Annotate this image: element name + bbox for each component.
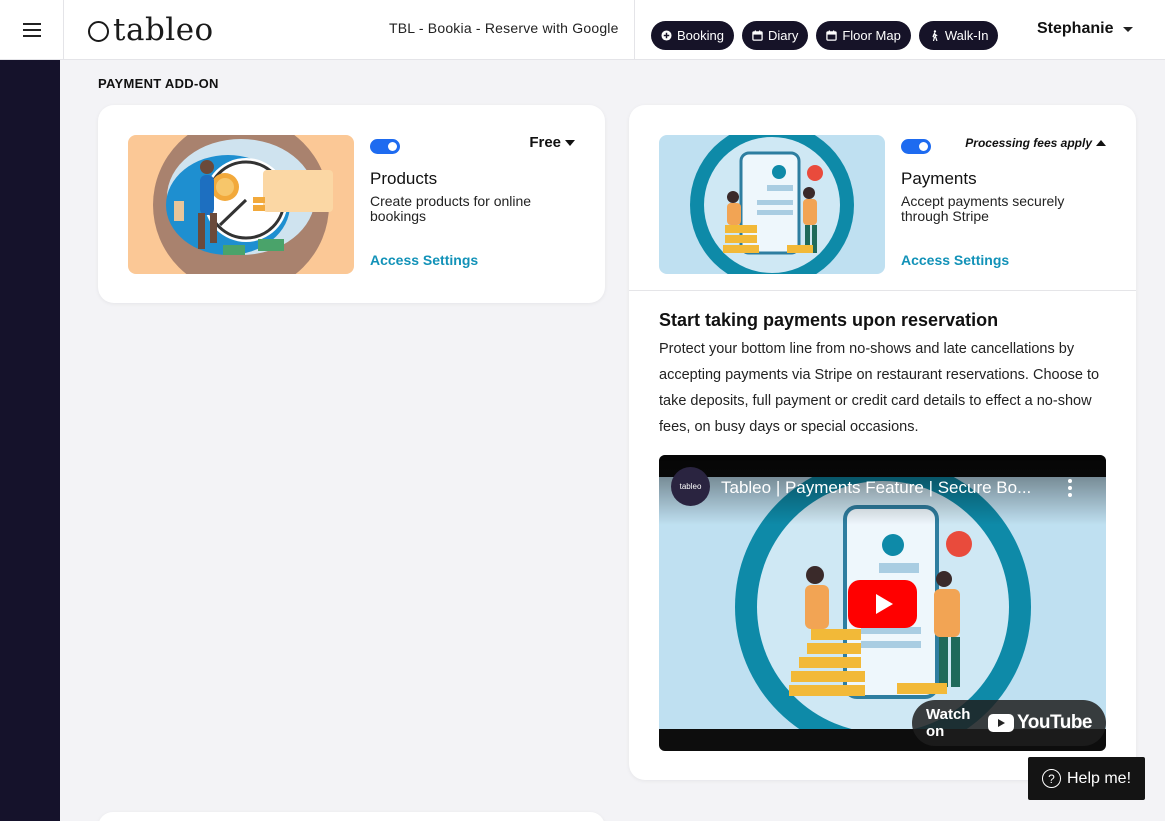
youtube-icon — [988, 714, 1015, 732]
payments-title: Payments — [901, 169, 977, 188]
caret-down-icon — [565, 139, 575, 146]
video-title[interactable]: Tableo | Payments Feature | Secure Bo... — [721, 478, 1051, 498]
venue-name: TBL - Bookia - Reserve with Google — [389, 20, 619, 36]
diary-button[interactable]: Diary — [741, 21, 809, 50]
more-vertical-icon[interactable] — [1068, 479, 1072, 497]
booking-button[interactable]: Booking — [651, 21, 734, 50]
diary-label: Diary — [767, 28, 799, 43]
user-menu[interactable]: Stephanie — [1037, 20, 1134, 38]
quick-actions: Booking Diary Floor Map Walk-In — [651, 21, 999, 50]
divider — [634, 0, 635, 60]
hamburger-icon — [22, 23, 41, 37]
user-name: Stephanie — [1037, 20, 1114, 37]
payments-enabled-toggle[interactable] — [901, 139, 931, 154]
walking-person-icon — [932, 30, 938, 41]
calendar-icon — [826, 30, 838, 41]
products-addon-card: Free Products Create products for online… — [98, 105, 605, 303]
tableo-logo[interactable]: tableo — [88, 14, 214, 46]
logo-ring-icon — [88, 21, 109, 42]
payments-price-dropdown[interactable]: Processing fees apply — [965, 136, 1106, 150]
youtube-wordmark: YouTube — [1017, 712, 1092, 733]
payments-illustration — [659, 135, 885, 274]
products-price: Free — [529, 134, 561, 151]
payments-body: Protect your bottom line from no-shows a… — [659, 341, 1100, 435]
play-button[interactable] — [848, 580, 917, 628]
help-label: Help me! — [1066, 769, 1132, 787]
channel-avatar[interactable]: tableo — [671, 467, 710, 506]
logo-text: tableo — [113, 12, 214, 48]
floor-map-label: Floor Map — [842, 28, 901, 43]
caret-up-icon — [1096, 140, 1106, 146]
hamburger-menu-button[interactable] — [0, 0, 64, 60]
payments-access-settings-link[interactable]: Access Settings — [901, 252, 1009, 268]
plus-circle-icon — [661, 30, 672, 41]
floor-map-button[interactable]: Floor Map — [816, 21, 911, 50]
payments-price: Processing fees apply — [965, 136, 1092, 150]
payments-description: Accept payments securely through Stripe — [901, 193, 1065, 224]
walk-in-button[interactable]: Walk-In — [918, 21, 999, 50]
top-bar: tableo TBL - Bookia - Reserve with Googl… — [0, 0, 1165, 60]
products-enabled-toggle[interactable] — [370, 139, 400, 154]
calendar-icon — [752, 30, 763, 41]
products-price-dropdown[interactable]: Free — [529, 134, 575, 151]
help-button[interactable]: ? Help me! — [1028, 757, 1145, 800]
youtube-video-embed[interactable]: tableo Tableo | Payments Feature | Secur… — [659, 455, 1106, 751]
section-title: PAYMENT ADD-ON — [98, 76, 219, 91]
divider — [629, 290, 1136, 291]
products-title: Products — [370, 169, 438, 188]
payments-addon-card: Processing fees apply Payments Accept pa… — [629, 105, 1136, 780]
booking-label: Booking — [677, 28, 724, 43]
products-access-settings-link[interactable]: Access Settings — [370, 252, 478, 268]
payments-heading: Start taking payments upon reservation — [659, 310, 999, 330]
chevron-down-icon — [1123, 26, 1134, 32]
products-illustration — [128, 135, 354, 274]
watch-on-label: Watch on — [926, 706, 971, 740]
question-icon: ? — [1041, 769, 1061, 788]
walk-in-label: Walk-In — [944, 28, 989, 43]
youtube-logo: YouTube — [988, 712, 1092, 734]
next-card — [98, 812, 605, 821]
sidebar — [0, 60, 60, 821]
products-description: Create products for online bookings — [370, 193, 532, 224]
watch-on-youtube-button[interactable]: Watch on YouTube — [912, 700, 1106, 746]
